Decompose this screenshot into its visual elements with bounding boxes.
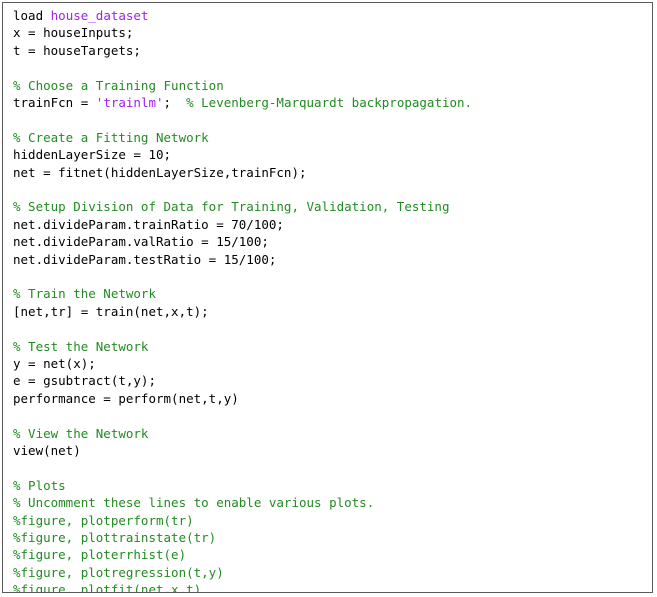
code-line: % Test the Network xyxy=(13,338,148,355)
code-code-token: ; xyxy=(163,95,187,110)
code-line: view(net) xyxy=(13,442,81,459)
code-code-token: trainFcn = xyxy=(13,95,96,110)
code-comment-token: %figure, plottrainstate(tr) xyxy=(13,530,217,545)
code-editor-frame: load house_dataset x = houseInputs; t = ho… xyxy=(2,2,653,593)
code-code-token: x = houseInputs; xyxy=(13,25,134,41)
code-line: performance = perform(net,t,y) xyxy=(13,390,239,407)
code-line: % Train the Network xyxy=(13,285,156,302)
code-code-token: net.divideParam.trainRatio = 70/100; xyxy=(13,216,284,232)
code-string-token: house_dataset xyxy=(50,8,149,23)
code-line: load house_dataset xyxy=(13,7,148,24)
code-line: %figure, ploterrhist(e) xyxy=(13,546,186,563)
code-line: % Create a Fitting Network xyxy=(13,129,209,146)
code-line: t = houseTargets; xyxy=(13,42,141,59)
code-comment-token: % Test the Network xyxy=(13,338,149,354)
code-line: net.divideParam.testRatio = 15/100; xyxy=(13,251,276,268)
code-code-token: hiddenLayerSize = 10; xyxy=(13,147,172,163)
code-code-token: performance = perform(net,t,y) xyxy=(13,390,239,406)
code-line: % Plots xyxy=(13,477,66,494)
code-line: net = fitnet(hiddenLayerSize,trainFcn); xyxy=(13,164,307,181)
code-comment-token: %figure, plotregression(t,y) xyxy=(13,564,224,580)
code-line: %figure, plotperform(tr) xyxy=(13,512,194,529)
code-line: x = houseInputs; xyxy=(13,24,133,41)
code-comment-token: % Choose a Training Function xyxy=(13,77,224,93)
code-line: % Choose a Training Function xyxy=(13,77,224,94)
code-line: trainFcn = 'trainlm'; % Levenberg-Marqua… xyxy=(13,94,472,111)
code-code-token: [net,tr] = train(net,x,t); xyxy=(13,303,209,319)
code-string-token: 'trainlm' xyxy=(95,95,164,110)
code-comment-token: % Train the Network xyxy=(13,286,156,302)
code-code-token: net = fitnet(hiddenLayerSize,trainFcn); xyxy=(13,164,307,180)
code-code-token: t = houseTargets; xyxy=(13,42,141,58)
code-line: y = net(x); xyxy=(13,355,96,372)
code-comment-token: % View the Network xyxy=(13,425,149,441)
code-line: [net,tr] = train(net,x,t); xyxy=(13,303,209,320)
code-line: %figure, plotregression(t,y) xyxy=(13,564,224,581)
code-line: %figure, plotfit(net,x,t) xyxy=(13,581,202,593)
code-code-token: net.divideParam.valRatio = 15/100; xyxy=(13,234,269,250)
code-line: hiddenLayerSize = 10; xyxy=(13,146,171,163)
code-comment-token: %figure, plotfit(net,x,t) xyxy=(13,582,202,593)
code-comment-token: %figure, plotperform(tr) xyxy=(13,512,194,528)
code-line: % Setup Division of Data for Training, V… xyxy=(13,198,450,215)
code-comment-token: % Plots xyxy=(13,477,66,493)
code-line: %figure, plottrainstate(tr) xyxy=(13,529,216,546)
code-code-token: e = gsubtract(t,y); xyxy=(13,373,156,389)
code-comment-token: %figure, ploterrhist(e) xyxy=(13,547,187,563)
code-line: net.divideParam.valRatio = 15/100; xyxy=(13,233,269,250)
code-line: % View the Network xyxy=(13,425,148,442)
code-comment-token: % Create a Fitting Network xyxy=(13,129,209,145)
code-code-token: net.divideParam.testRatio = 15/100; xyxy=(13,251,277,267)
code-line: net.divideParam.trainRatio = 70/100; xyxy=(13,216,284,233)
code-line: e = gsubtract(t,y); xyxy=(13,372,156,389)
code-comment-token: % Setup Division of Data for Training, V… xyxy=(13,199,450,215)
code-comment-token: % Levenberg-Marquardt backpropagation. xyxy=(186,95,473,110)
code-code-token: y = net(x); xyxy=(13,356,96,371)
code-code-token: load xyxy=(13,8,51,23)
code-code-token: view(net) xyxy=(13,443,81,458)
code-comment-token: % Uncomment these lines to enable variou… xyxy=(13,495,375,511)
code-line: % Uncomment these lines to enable variou… xyxy=(13,494,374,511)
